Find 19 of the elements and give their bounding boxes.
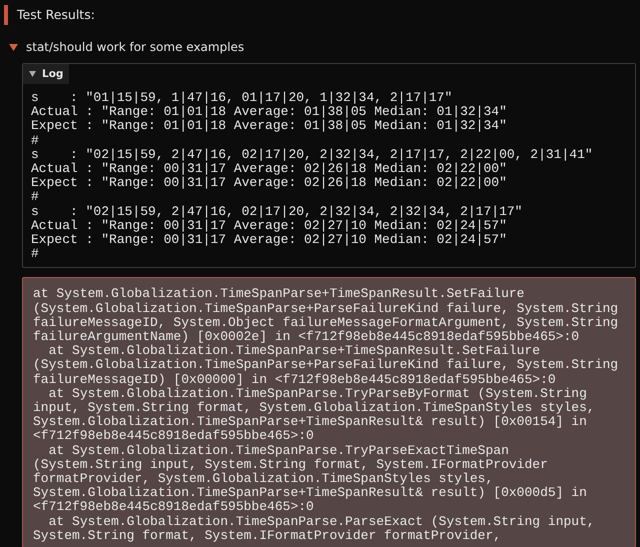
triangle-icon <box>29 71 36 77</box>
log-line: Expect : "Range: 00|31|17 Average: 02|26|18 Median: 02|22|00" <box>31 176 508 190</box>
log-toggle[interactable]: Log <box>23 64 70 84</box>
test-name[interactable]: stat/should work for some examples <box>26 40 244 54</box>
log-line: s : "01|15|59, 1|47|16, 01|17|20, 1|32|34, 2|17|17" <box>31 91 454 106</box>
log-line: Expect : "Range: 01|01|18 Average: 01|38|05 Median: 01|32|34" <box>31 119 508 134</box>
log-line: s : "02|15|59, 2|47|16, 02|17|20, 2|32|34, 2|17|17, 2|22|00, 2|31|41" <box>31 148 594 162</box>
log-line: # <box>31 134 40 148</box>
log-line: # <box>31 247 40 262</box>
stack-trace-line: at System.Globalization.TimeSpanParse.ParseExact (System.String input, System.String format, System.IFormatProvider formatProvider, <box>33 514 596 544</box>
section-title: Test Results: <box>17 7 95 22</box>
log-line: Actual : "Range: 00|31|17 Average: 02|26|18 Median: 02|22|00" <box>31 162 508 176</box>
log-line: Actual : "Range: 01|01|18 Average: 01|38|05 Median: 01|32|34" <box>31 105 508 120</box>
log-line: # <box>31 190 40 205</box>
triangle-icon[interactable] <box>9 42 18 52</box>
log-line: s : "02|15|59, 2|47|16, 02|17|20, 2|32|34, 2|32|34, 2|17|17" <box>31 204 524 219</box>
log-line: Expect : "Range: 00|31|17 Average: 02|27|10 Median: 02|24|57" <box>31 233 508 248</box>
log-line: Actual : "Range: 00|31|17 Average: 02|27|10 Median: 02|24|57" <box>31 218 507 234</box>
accent-bar <box>4 4 8 24</box>
